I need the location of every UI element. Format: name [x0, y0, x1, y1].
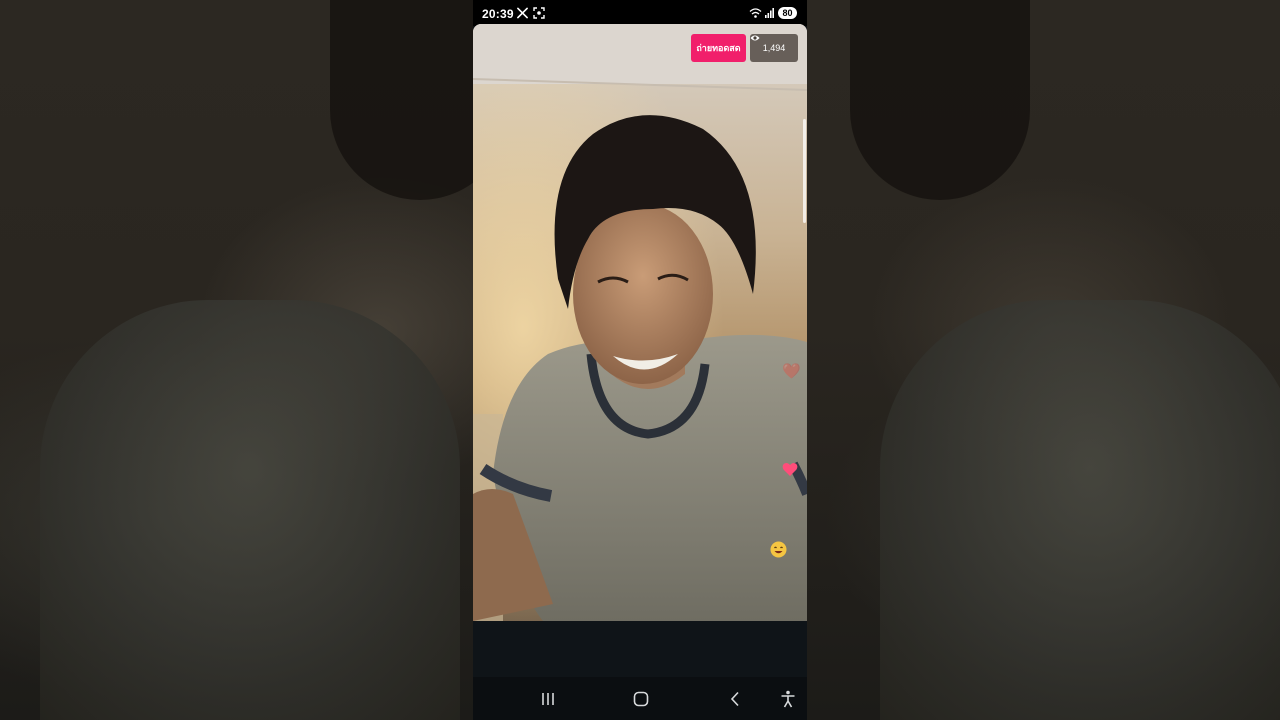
status-time: 20:39	[482, 7, 514, 21]
phone-screen: 20:39 80 ถ่ายทอดสด 1,494 ❤️	[473, 0, 807, 720]
home-icon[interactable]	[631, 689, 651, 709]
scroll-indicator	[803, 119, 806, 223]
wifi-icon	[749, 8, 762, 18]
back-icon[interactable]	[725, 689, 745, 709]
screen-capture-icon	[533, 7, 545, 19]
signal-icon	[765, 8, 774, 18]
accessibility-icon[interactable]	[778, 689, 798, 709]
screen: 20:39 80 ถ่ายทอดสด 1,494 ❤️	[0, 0, 1280, 720]
video-frame	[473, 24, 807, 621]
x-app-icon	[517, 7, 528, 19]
eye-icon	[750, 35, 760, 41]
viewer-count: 1,494	[762, 43, 786, 53]
battery-icon: 80	[778, 7, 797, 19]
navigation-bar	[473, 677, 807, 720]
status-bar: 20:39 80	[473, 0, 807, 26]
viewer-count-badge[interactable]: 1,494	[750, 34, 798, 62]
live-video[interactable]: ถ่ายทอดสด 1,494 ❤️	[473, 24, 807, 621]
live-badge: ถ่ายทอดสด	[691, 34, 746, 62]
heart-icon: ❤️	[782, 363, 801, 380]
recents-icon[interactable]	[538, 689, 558, 709]
comment-area	[473, 621, 807, 677]
